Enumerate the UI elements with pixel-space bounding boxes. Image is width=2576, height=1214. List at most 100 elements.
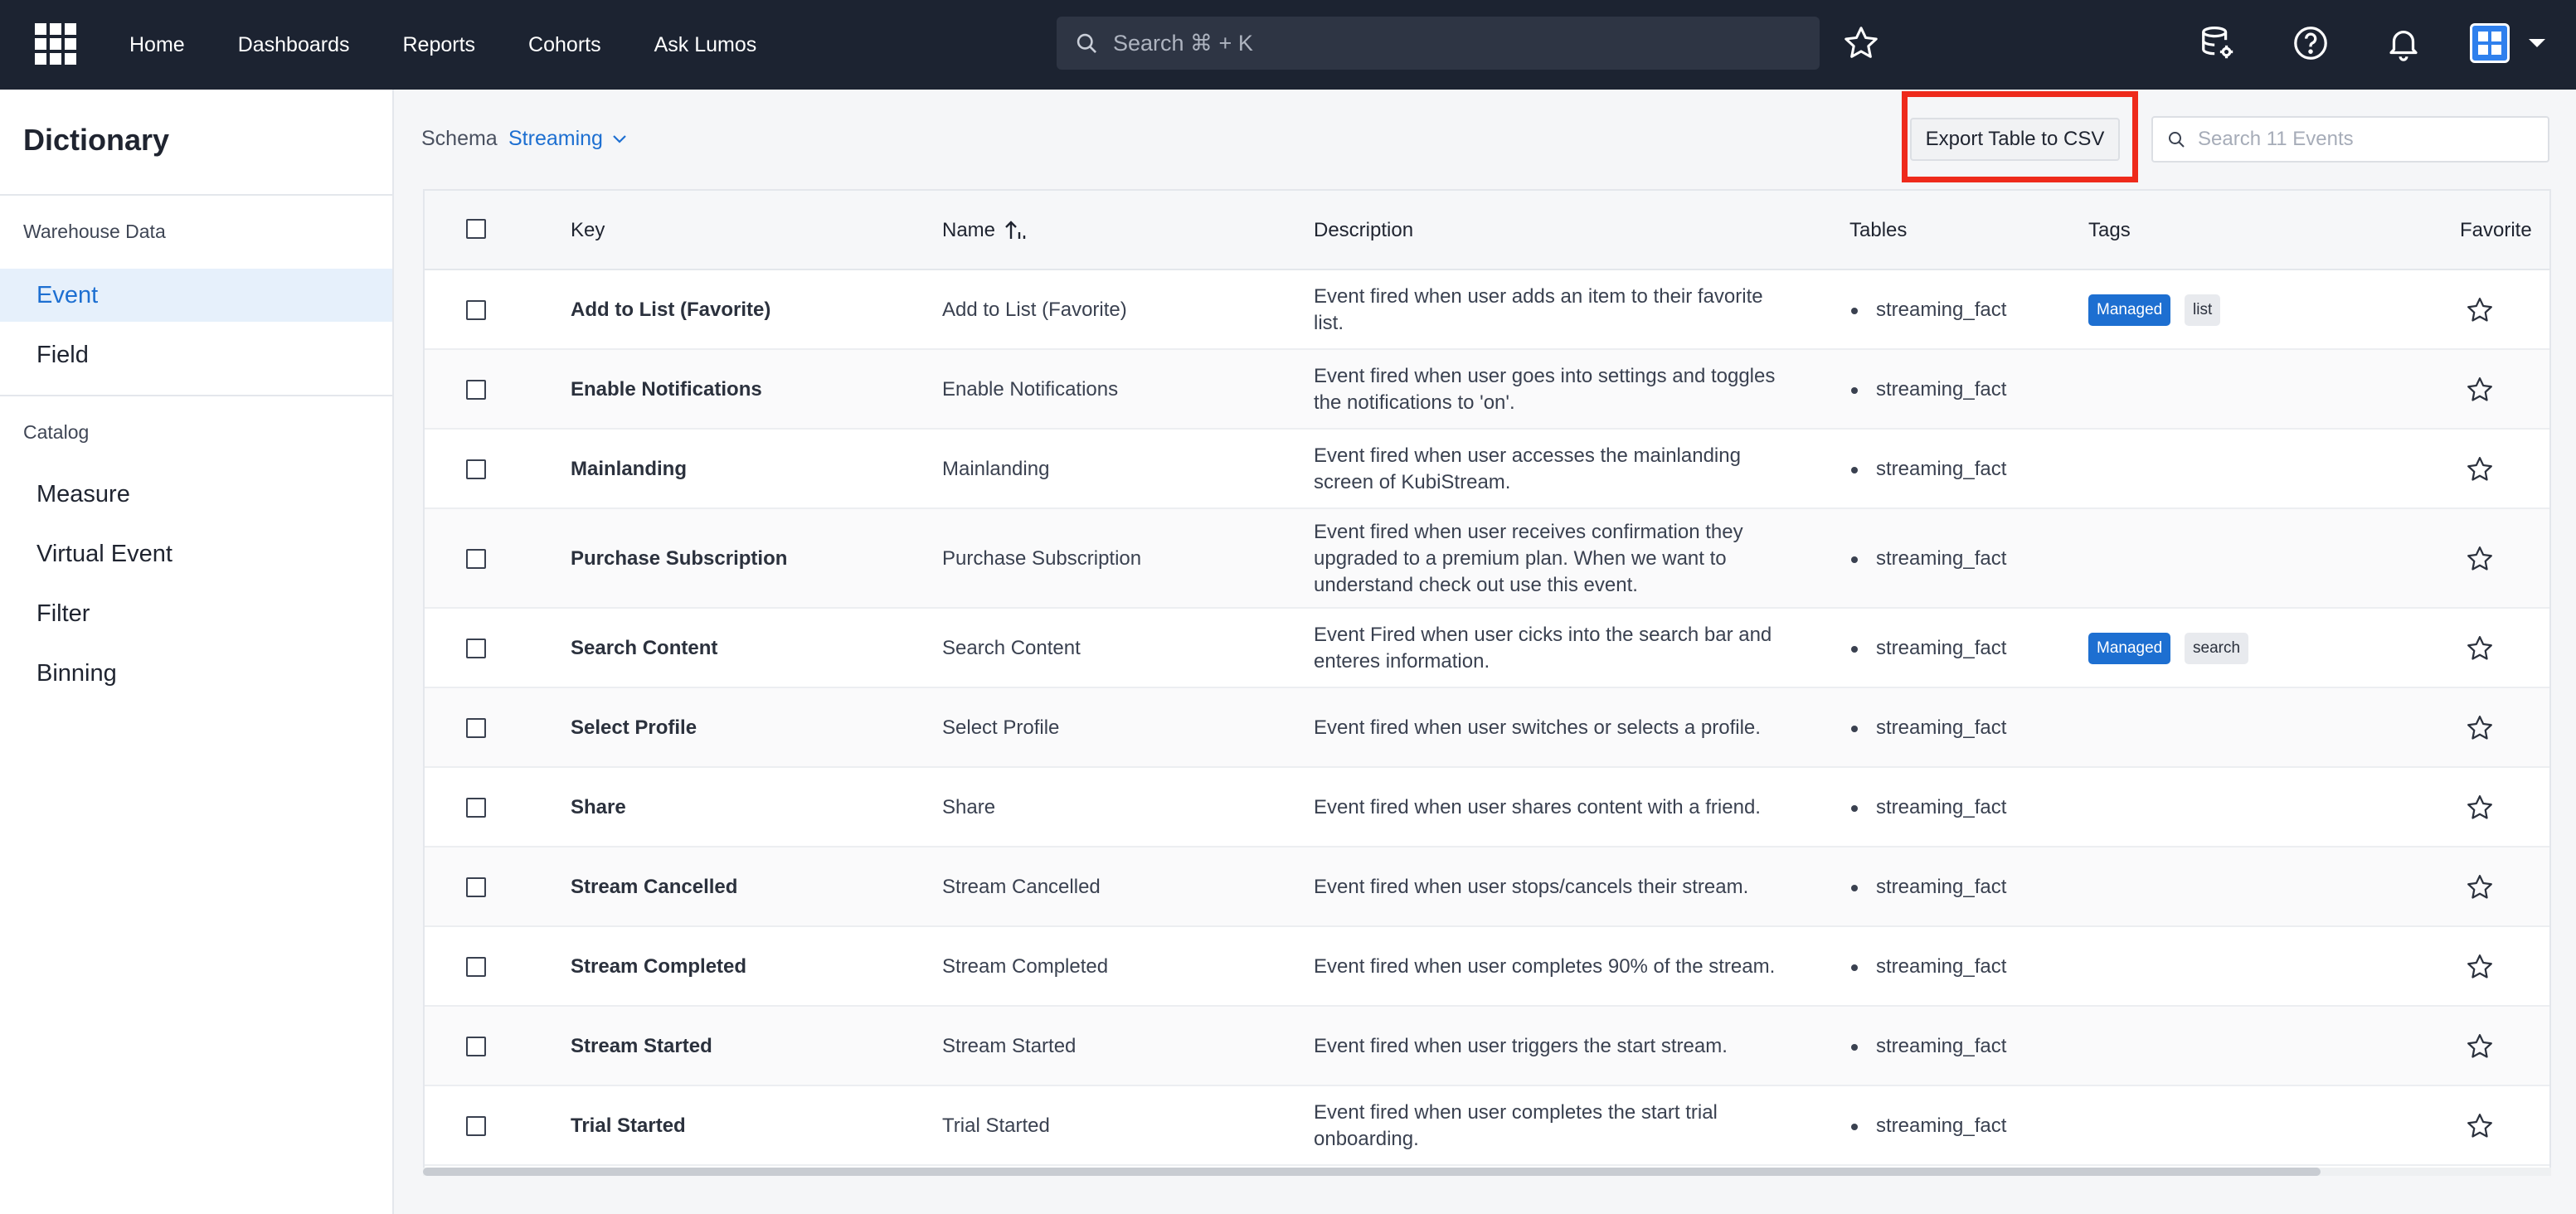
cell-key[interactable]: Select Profile	[571, 716, 697, 740]
cell-description: Event fired when user switches or select…	[1314, 716, 1761, 739]
column-header-favorite[interactable]: Favorite	[2460, 219, 2532, 242]
cell-key[interactable]: Mainlanding	[571, 458, 687, 481]
row-checkbox[interactable]	[466, 718, 486, 738]
horizontal-scrollbar[interactable]	[423, 1168, 2321, 1176]
select-all-checkbox[interactable]	[466, 219, 486, 239]
table-row[interactable]: Enable Notifications Enable Notifications…	[425, 350, 2549, 430]
global-search-input[interactable]: Search ⌘ + K	[1057, 17, 1820, 70]
cell-name: Stream Completed	[942, 955, 1109, 978]
cell-description: Event fired when user shares content wit…	[1314, 796, 1761, 818]
favorite-star-icon[interactable]	[2465, 544, 2495, 578]
row-checkbox[interactable]	[466, 639, 486, 658]
cell-key[interactable]: Purchase Subscription	[571, 547, 787, 571]
export-csv-button[interactable]: Export Table to CSV	[1910, 118, 2120, 161]
app-grid-icon[interactable]	[35, 23, 76, 65]
sidebar-item-virtual-event[interactable]: Virtual Event	[0, 527, 392, 580]
cell-key[interactable]: Search Content	[571, 637, 717, 660]
table-row[interactable]: Share Share Event fired when user shares c…	[425, 768, 2549, 847]
sidebar-item-field[interactable]: Field	[0, 328, 392, 381]
table-row[interactable]: Purchase Subscription Purchase Subscripti…	[425, 509, 2549, 609]
cell-key[interactable]: Enable Notifications	[571, 378, 762, 401]
search-icon	[1077, 33, 1096, 53]
nav-reports[interactable]: Reports	[403, 33, 476, 57]
row-checkbox[interactable]	[466, 1037, 486, 1056]
table-row[interactable]: Select Profile Select Profile Event fired …	[425, 688, 2549, 768]
favorite-star-icon[interactable]	[2465, 793, 2495, 827]
star-icon[interactable]	[1840, 22, 1883, 65]
sidebar-item-event[interactable]: Event	[0, 269, 392, 322]
column-header-key[interactable]: Key	[571, 219, 605, 242]
sidebar-item-measure[interactable]: Measure	[0, 468, 392, 521]
cell-description: Event fired when user adds an item to th…	[1314, 285, 1763, 334]
column-header-name[interactable]: Name	[942, 219, 1029, 242]
schema-select[interactable]: Streaming	[508, 127, 628, 151]
nav-cohorts[interactable]: Cohorts	[528, 33, 601, 57]
sidebar-item-binning[interactable]: Binning	[0, 647, 392, 700]
sidebar: Dictionary Warehouse Data Event Field Ca…	[0, 90, 394, 1214]
table-row[interactable]: Add to List (Favorite) Add to List (Favor…	[425, 270, 2549, 350]
cell-name: Share	[942, 796, 996, 818]
row-checkbox[interactable]	[466, 798, 486, 818]
favorite-star-icon[interactable]	[2465, 634, 2495, 668]
nav-ask-lumos[interactable]: Ask Lumos	[654, 33, 757, 57]
row-checkbox[interactable]	[466, 300, 486, 320]
chevron-down-icon[interactable]	[2525, 33, 2549, 53]
row-checkbox[interactable]	[466, 877, 486, 897]
cell-key[interactable]: Stream Started	[571, 1035, 712, 1058]
cell-description: Event fired when user stops/cancels thei…	[1314, 876, 1749, 898]
nav-dashboards[interactable]: Dashboards	[238, 33, 350, 57]
cell-table: streaming_fact	[1851, 378, 2006, 401]
column-header-tags[interactable]: Tags	[2088, 219, 2131, 242]
cell-key[interactable]: Trial Started	[571, 1114, 686, 1138]
row-checkbox[interactable]	[466, 1116, 486, 1136]
cell-description: Event fired when user triggers the start…	[1314, 1035, 1728, 1057]
cell-key[interactable]: Stream Completed	[571, 955, 746, 978]
cell-table: streaming_fact	[1851, 637, 2006, 660]
cell-name: Search Content	[942, 637, 1081, 659]
row-checkbox[interactable]	[466, 459, 486, 479]
cell-table: streaming_fact	[1851, 796, 2006, 819]
favorite-star-icon[interactable]	[2465, 713, 2495, 747]
favorite-star-icon[interactable]	[2465, 1111, 2495, 1145]
sidebar-item-filter[interactable]: Filter	[0, 587, 392, 640]
cell-table: streaming_fact	[1851, 876, 2006, 899]
nav-home[interactable]: Home	[129, 33, 185, 57]
row-checkbox[interactable]	[466, 380, 486, 400]
column-header-tables[interactable]: Tables	[1849, 219, 1907, 242]
row-checkbox[interactable]	[466, 549, 486, 569]
user-avatar[interactable]	[2470, 23, 2510, 63]
favorite-star-icon[interactable]	[2465, 1032, 2495, 1066]
table-row[interactable]: Stream Cancelled Stream Cancelled Event fi…	[425, 847, 2549, 927]
schema-label: Schema	[421, 127, 498, 150]
help-icon[interactable]	[2289, 22, 2332, 65]
cell-key[interactable]: Share	[571, 796, 626, 819]
row-checkbox[interactable]	[466, 957, 486, 977]
database-settings-icon[interactable]	[2196, 22, 2239, 65]
event-search-input[interactable]: Search 11 Events	[2151, 116, 2549, 163]
favorite-star-icon[interactable]	[2465, 872, 2495, 906]
cell-key[interactable]: Stream Cancelled	[571, 876, 737, 899]
cell-key[interactable]: Add to List (Favorite)	[571, 299, 770, 322]
top-navigation-bar: Home Dashboards Reports Cohorts Ask Lumo…	[0, 0, 2576, 90]
favorite-star-icon[interactable]	[2465, 295, 2495, 329]
table-row[interactable]: Trial Started Trial Started Event fired wh…	[425, 1086, 2549, 1166]
tag-badge: list	[2185, 294, 2221, 326]
column-header-description[interactable]: Description	[1314, 219, 1413, 242]
cell-name: Mainlanding	[942, 458, 1050, 480]
table-row[interactable]: Mainlanding Mainlanding Event fired when u…	[425, 430, 2549, 509]
bell-icon[interactable]	[2382, 22, 2425, 65]
table-row[interactable]: Stream Started Stream Started Event fired …	[425, 1007, 2549, 1086]
cell-description: Event fired when user goes into settings…	[1314, 365, 1776, 414]
cell-description: Event fired when user completes the star…	[1314, 1101, 1718, 1150]
tag-badge: search	[2185, 633, 2249, 664]
sidebar-divider	[0, 395, 394, 396]
cell-name: Stream Started	[942, 1035, 1077, 1057]
favorite-star-icon[interactable]	[2465, 454, 2495, 488]
chevron-down-icon	[613, 134, 626, 143]
search-icon	[2169, 132, 2185, 148]
table-row[interactable]: Search Content Search Content Event Fired …	[425, 609, 2549, 688]
table-row[interactable]: Stream Completed Stream Completed Event fi…	[425, 927, 2549, 1007]
table-header: Key Name Description Tables Tags Favorit…	[425, 191, 2549, 270]
favorite-star-icon[interactable]	[2465, 952, 2495, 986]
favorite-star-icon[interactable]	[2465, 375, 2495, 409]
